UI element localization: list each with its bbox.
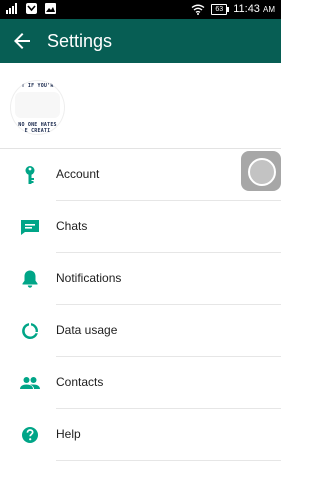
settings-item-label: Data usage xyxy=(56,323,118,337)
settings-item-chats[interactable]: Chats xyxy=(0,201,281,253)
app-bar: Settings xyxy=(0,19,281,63)
bell-icon xyxy=(22,270,38,288)
settings-item-help[interactable]: Help xyxy=(0,409,281,461)
image-notification-icon xyxy=(45,3,56,14)
chat-icon xyxy=(21,220,39,235)
data-usage-icon xyxy=(22,323,38,340)
contacts-icon xyxy=(20,377,40,389)
settings-item-notifications[interactable]: Notifications xyxy=(0,253,281,305)
settings-item-label: Notifications xyxy=(56,271,122,285)
status-time-ampm: AM xyxy=(263,5,275,14)
profile-row[interactable]: T IF YOU'R NO ONE HATES E CREATI xyxy=(0,63,281,148)
assistive-touch-button[interactable] xyxy=(241,151,281,191)
avatar-image-center xyxy=(15,92,60,118)
settings-item-contacts[interactable]: Contacts xyxy=(0,357,281,409)
back-arrow-icon[interactable] xyxy=(10,29,34,53)
wifi-icon xyxy=(191,4,205,15)
settings-item-label: Chats xyxy=(56,219,88,233)
assistive-touch-ring-icon xyxy=(248,158,276,186)
signal-icon xyxy=(6,3,17,14)
help-icon xyxy=(22,427,38,443)
notification-app-icon xyxy=(26,3,37,14)
settings-item-label: Contacts xyxy=(56,375,104,389)
divider xyxy=(56,460,281,461)
settings-item-label: Account xyxy=(56,167,100,181)
status-time: 11:43 AM xyxy=(233,2,275,17)
avatar[interactable]: T IF YOU'R NO ONE HATES E CREATI xyxy=(10,80,65,135)
avatar-text-top: T IF YOU'R xyxy=(21,83,54,89)
page-title: Settings xyxy=(47,31,113,51)
key-icon xyxy=(25,166,35,184)
battery-indicator: 63 xyxy=(211,4,230,15)
status-bar: 63 11:43 AM xyxy=(0,0,281,19)
status-time-value: 11:43 xyxy=(233,3,260,15)
avatar-text-line3: E CREATI xyxy=(24,128,51,134)
settings-item-data-usage[interactable]: Data usage xyxy=(0,305,281,357)
settings-item-label: Help xyxy=(56,427,81,441)
settings-item-account[interactable]: Account xyxy=(0,149,281,201)
